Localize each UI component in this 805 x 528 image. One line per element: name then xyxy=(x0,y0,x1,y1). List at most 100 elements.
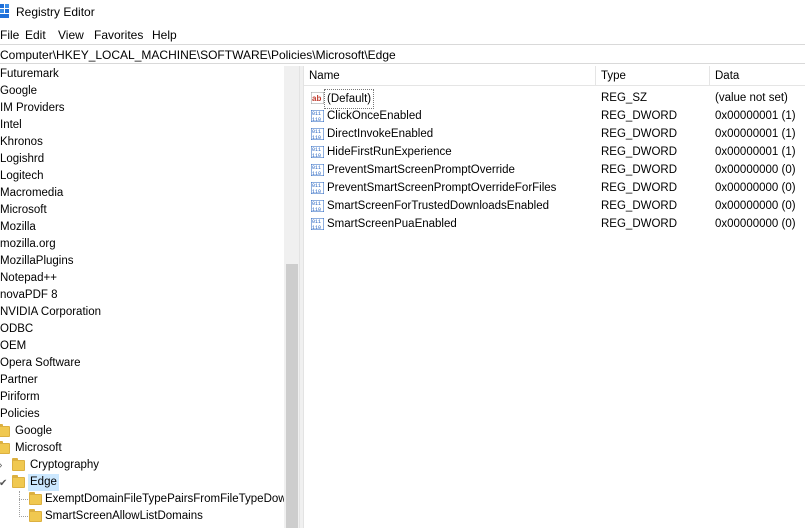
tree-item-exempt-domain[interactable]: ExemptDomainFileTypePairsFromFileTypeDow… xyxy=(0,491,293,508)
tree-item-odbc[interactable]: ODBC xyxy=(0,321,284,338)
svg-text:110: 110 xyxy=(312,225,321,230)
tree-item-intel[interactable]: Intel xyxy=(0,117,284,134)
tree-item-macromedia[interactable]: Macromedia xyxy=(0,185,284,202)
tree-item-khronos[interactable]: Khronos xyxy=(0,134,284,151)
value-row[interactable]: 011 110 DirectInvokeEnabled REG_DWORD 0x0… xyxy=(304,125,805,143)
dword-value-icon: 011110 xyxy=(311,146,324,158)
menu-help[interactable]: Help xyxy=(152,28,177,42)
value-row[interactable]: 011 110 HideFirstRunExperience REG_DWORD … xyxy=(304,143,805,161)
title-bar: Registry Editor xyxy=(0,0,805,24)
tree-item-nvidia[interactable]: NVIDIA Corporation xyxy=(0,304,284,321)
tree-item-oem[interactable]: OEM xyxy=(0,338,284,355)
folder-open-icon xyxy=(12,475,25,488)
value-row[interactable]: ab (Default) REG_SZ (value not set) xyxy=(304,89,805,109)
tree-item-im-providers[interactable]: IM Providers xyxy=(0,100,284,117)
tree-item-policies-microsoft[interactable]: Microsoft xyxy=(0,440,284,457)
value-name: PreventSmartScreenPromptOverride xyxy=(327,164,515,176)
value-data: 0x00000000 (0) xyxy=(715,200,796,212)
tree-item-smartscreen-allowlist[interactable]: SmartScreenAllowListDomains xyxy=(0,508,284,525)
tree-item-mozilla[interactable]: Mozilla xyxy=(0,219,284,236)
menu-view[interactable]: View xyxy=(58,28,84,42)
value-data: 0x00000000 (0) xyxy=(715,182,796,194)
tree-item-policies-google[interactable]: Google xyxy=(0,423,284,440)
menu-favorites[interactable]: Favorites xyxy=(94,28,143,42)
value-name: (Default) xyxy=(324,89,375,109)
folder-icon xyxy=(12,458,25,471)
menu-edit[interactable]: Edit xyxy=(25,28,46,42)
window-title: Registry Editor xyxy=(16,5,95,19)
value-type: REG_DWORD xyxy=(601,200,678,212)
chevron-down-icon[interactable]: ✔ xyxy=(0,475,7,492)
value-name: PreventSmartScreenPromptOverrideForFiles xyxy=(327,182,557,194)
value-data: 0x00000000 (0) xyxy=(715,164,796,176)
tree-item-partner[interactable]: Partner xyxy=(0,372,284,389)
string-value-icon: ab xyxy=(311,92,324,104)
chevron-right-icon[interactable]: › xyxy=(0,457,2,474)
value-name: SmartScreenForTrustedDownloadsEnabled xyxy=(327,200,550,212)
tree-item-logishrd[interactable]: Logishrd xyxy=(0,151,284,168)
column-name[interactable]: Name xyxy=(304,66,596,86)
value-row[interactable]: 011 110 SmartScreenPuaEnabled REG_DWORD 0… xyxy=(304,215,805,233)
dword-value-icon: 011110 xyxy=(311,164,324,176)
folder-icon xyxy=(29,492,42,505)
list-header: Name Type Data xyxy=(304,66,805,86)
tree-item-notepadpp[interactable]: Notepad++ xyxy=(0,270,284,287)
dword-value-icon: 011110 xyxy=(311,182,324,194)
value-row[interactable]: 011 110 PreventSmartScreenPromptOverrideF… xyxy=(304,179,805,197)
value-type: REG_SZ xyxy=(601,92,648,104)
value-data: 0x00000001 (1) xyxy=(715,110,796,122)
value-name: SmartScreenPuaEnabled xyxy=(327,218,457,230)
value-type: REG_DWORD xyxy=(601,128,678,140)
svg-text:ab: ab xyxy=(312,94,321,103)
tree-item-cryptography[interactable]: › Cryptography xyxy=(0,457,284,474)
value-data: 0x00000001 (1) xyxy=(715,128,796,140)
tree-scrollbar-thumb[interactable] xyxy=(286,264,298,528)
tree-item-piriform[interactable]: Piriform xyxy=(0,389,284,406)
column-data[interactable]: Data xyxy=(710,66,805,86)
value-row[interactable]: 011 110 ClickOnceEnabled REG_DWORD 0x0000… xyxy=(304,107,805,125)
value-row[interactable]: 011 110 SmartScreenForTrustedDownloadsEna… xyxy=(304,197,805,215)
dword-value-icon: 011110 xyxy=(311,200,324,212)
value-type: REG_DWORD xyxy=(601,164,678,176)
tree-item-google[interactable]: Google xyxy=(0,83,284,100)
value-data: 0x00000000 (0) xyxy=(715,218,796,230)
value-data: 0x00000001 (1) xyxy=(715,146,796,158)
svg-text:110: 110 xyxy=(312,207,321,212)
folder-icon xyxy=(29,509,42,522)
value-data: (value not set) xyxy=(715,92,788,104)
values-list[interactable]: Name Type Data ab (Default) REG_SZ (valu… xyxy=(304,66,805,528)
tree-item-policies[interactable]: Policies xyxy=(0,406,284,423)
svg-text:110: 110 xyxy=(312,117,321,122)
value-name: HideFirstRunExperience xyxy=(327,146,452,158)
dword-value-icon: 011110 xyxy=(311,218,324,230)
value-name: ClickOnceEnabled xyxy=(327,110,422,122)
address-bar[interactable]: Computer\HKEY_LOCAL_MACHINE\SOFTWARE\Pol… xyxy=(0,44,805,64)
dword-value-icon: 011110 xyxy=(311,110,324,122)
svg-text:110: 110 xyxy=(312,135,321,140)
tree-item-mozilla-org[interactable]: mozilla.org xyxy=(0,236,284,253)
value-type: REG_DWORD xyxy=(601,182,678,194)
tree-item-opera[interactable]: Opera Software xyxy=(0,355,284,372)
menu-bar: File Edit View Favorites Help xyxy=(0,25,805,43)
folder-icon xyxy=(0,441,10,454)
tree-item-mozillaplugins[interactable]: MozillaPlugins xyxy=(0,253,284,270)
address-path[interactable]: Computer\HKEY_LOCAL_MACHINE\SOFTWARE\Pol… xyxy=(0,48,396,62)
value-row[interactable]: 011 110 PreventSmartScreenPromptOverride … xyxy=(304,161,805,179)
svg-text:110: 110 xyxy=(312,153,321,158)
dword-value-icon: 011110 xyxy=(311,128,324,140)
tree-item-microsoft[interactable]: Microsoft xyxy=(0,202,284,219)
tree-item-novapdf[interactable]: novaPDF 8 xyxy=(0,287,284,304)
value-name: DirectInvokeEnabled xyxy=(327,128,434,140)
tree-item-logitech[interactable]: Logitech xyxy=(0,168,284,185)
key-tree[interactable]: Futuremark Google IM Providers Intel Khr… xyxy=(0,66,299,528)
column-type[interactable]: Type xyxy=(596,66,710,86)
value-type: REG_DWORD xyxy=(601,110,678,122)
folder-icon xyxy=(0,424,10,437)
svg-text:110: 110 xyxy=(312,189,321,194)
tree-item-edge[interactable]: ✔ Edge xyxy=(0,474,284,491)
menu-file[interactable]: File xyxy=(0,28,19,42)
tree-item-futuremark[interactable]: Futuremark xyxy=(0,66,284,83)
value-type: REG_DWORD xyxy=(601,218,678,230)
value-type: REG_DWORD xyxy=(601,146,678,158)
registry-editor-icon xyxy=(0,4,9,18)
